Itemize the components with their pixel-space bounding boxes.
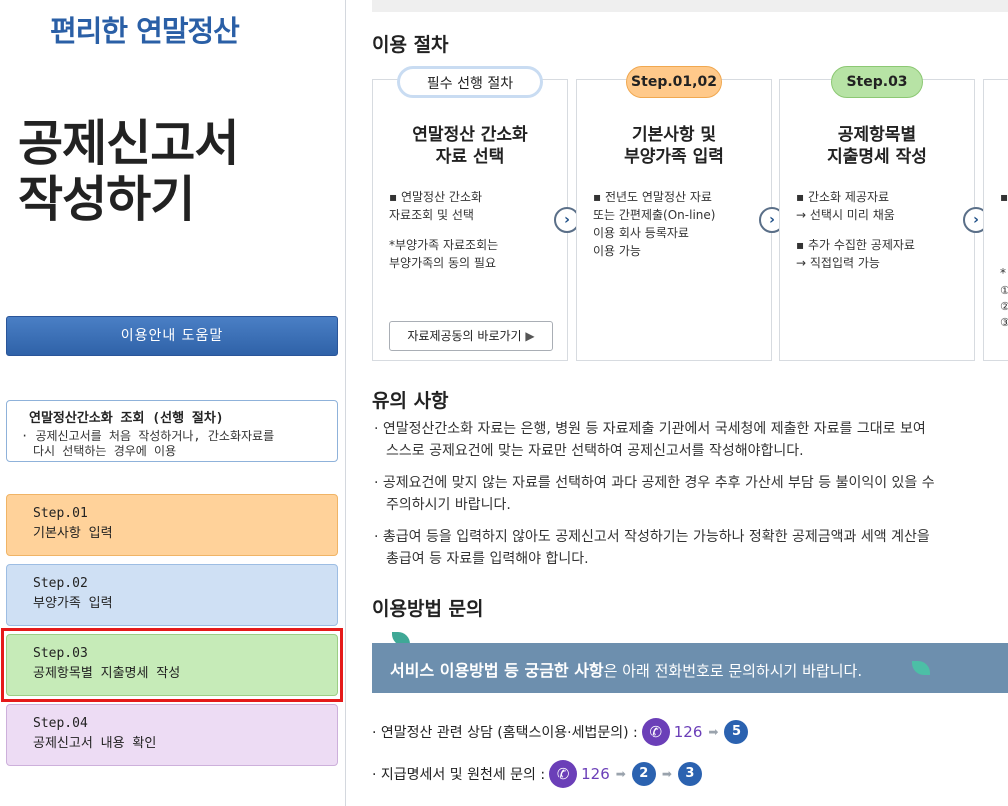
menu-number-badge: 3 [677,762,702,786]
sidebar-step-04[interactable]: Step.04 공제신고서 내용 확인 [6,704,338,766]
help-button[interactable]: 이용안내 도움말 [6,316,338,356]
note-item: · 공제요건에 맞지 않는 자료를 선택하여 과다 공제한 경우 추후 가산세 … [374,475,935,513]
top-bar [372,0,1008,12]
arrow-right-icon: ➡ [615,767,626,781]
contact-row-tax: · 연말정산 관련 상담 (홈택스이용·세법문의) : ✆ 126 ➡ 5 [372,718,754,746]
card-title: 기본사항 및 부양가족 입력 [624,125,724,167]
pre-step-desc: · 공제신고서를 처음 작성하거나, 간소화자료를 다시 선택하는 경우에 이용 [21,429,275,458]
step-pill: Step.01,02 [626,66,722,98]
sidebar-step-02[interactable]: Step.02 부양가족 입력 [6,564,338,626]
arrow-right-icon: ➡ [661,767,672,781]
play-arrow-icon: ▶ [525,329,535,343]
phone-icon: ✆ [549,760,578,788]
phone-number: 126 [581,765,610,783]
card-body: ▪ 전년도 연말정산 자료 또는 간편제출(On-line) 이용 회사 등록자… [593,190,716,258]
menu-number-badge: 5 [724,720,749,744]
page-title: 공제신고서 작성하기 [18,115,239,228]
leaf-icon [912,661,930,675]
procedure-card-step0102: Step.01,02 기본사항 및 부양가족 입력 ▪ 전년도 연말정산 자료 … [576,66,772,361]
inquiry-banner: 서비스 이용방법 등 궁금한 사항은 아래 전화번호로 문의하시기 바랍니다. [372,643,1008,693]
card-title: 공제항목별 지출명세 작성 [827,125,927,167]
notes-heading: 유의 사항 [372,390,449,412]
note-item: · 연말정산간소화 자료는 은행, 병원 등 자료제출 기관에서 국세청에 제출… [374,421,926,459]
brand-title: 편리한 연말정산 [50,14,240,48]
procedure-card-pre: 필수 선행 절차 연말정산 간소화 자료 선택 ▪ 연말정산 간소화 자료조회 … [372,66,568,361]
sidebar: 편리한 연말정산 공제신고서 작성하기 이용안내 도움말 연말정산간소화 조회 … [0,0,346,806]
step-pill: 필수 선행 절차 [397,66,543,98]
pre-step-item[interactable]: 연말정산간소화 조회 (선행 절차) · 공제신고서를 처음 작성하거나, 간소… [6,400,338,462]
card-body: ▪ 연말정산 간소화 자료조회 및 선택 *부양가족 자료조회는 부양가족의 동… [389,190,499,270]
step-pill: Step.03 [831,66,923,98]
card-title: 연말정산 간소화 자료 선택 [412,125,528,167]
card-body: ▪ 간소화 제공자료 → 선택시 미리 채움 ▪ 추가 수집한 공제자료 → 직… [796,190,915,270]
sidebar-step-01[interactable]: Step.01 기본사항 입력 [6,494,338,556]
procedure-card-step03: Step.03 공제항목별 지출명세 작성 ▪ 간소화 제공자료 → 선택시 미… [779,66,975,361]
note-item: · 총급여 등을 입력하지 않아도 공제신고서 작성하기는 가능하나 정확한 공… [374,529,930,567]
main-content: 이용 절차 필수 선행 절차 연말정산 간소화 자료 선택 ▪ 연말정산 간소화… [347,0,1008,806]
procedure-card-step04: ▪ * ① ② ③ [983,79,1008,361]
pre-step-title: 연말정산간소화 조회 (선행 절차) [29,411,224,426]
notes-list: · 연말정산간소화 자료는 은행, 병원 등 자료제출 기관에서 국세청에 제출… [372,418,1008,580]
banner-text: 은 아래 전화번호로 문의하시기 바랍니다. [603,662,863,680]
banner-bold-text: 서비스 이용방법 등 궁금한 사항 [390,661,604,680]
menu-number-badge: 2 [631,762,656,786]
inquiry-heading: 이용방법 문의 [372,598,484,620]
procedure-heading: 이용 절차 [372,34,449,56]
arrow-right-icon: ➡ [708,725,719,739]
phone-icon: ✆ [641,718,670,746]
phone-number: 126 [673,723,703,741]
contact-row-withholding: · 지급명세서 및 원천세 문의 : ✆ 126 ➡ 2 ➡ 3 [372,760,708,788]
sidebar-step-03[interactable]: Step.03 공제항목별 지출명세 작성 [6,634,338,696]
consent-shortcut-button[interactable]: 자료제공동의 바로가기 ▶ [389,321,553,351]
